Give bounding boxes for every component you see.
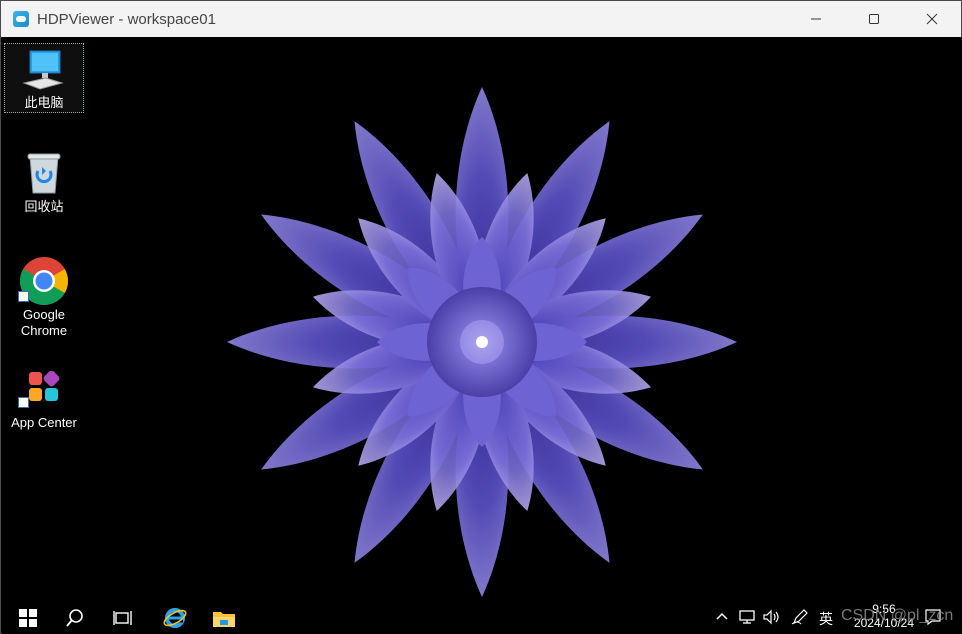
- start-icon: [19, 608, 37, 627]
- app-center-icon: [29, 371, 60, 401]
- title-bar[interactable]: HDPViewer - workspace01: [1, 1, 961, 37]
- hdpviewer-app-icon: [13, 11, 29, 27]
- shortcut-arrow-icon: [18, 397, 29, 408]
- network-icon: [739, 610, 755, 624]
- input-method-indicator[interactable]: 英: [819, 609, 833, 629]
- desktop-icon-label: Google Chrome: [20, 307, 68, 338]
- internet-explorer-button[interactable]: [158, 601, 192, 634]
- window-title: HDPViewer - workspace01: [37, 10, 216, 28]
- show-hidden-icons-button[interactable]: [715, 609, 729, 626]
- start-button[interactable]: [12, 601, 44, 634]
- maximize-button[interactable]: [845, 1, 903, 37]
- pen-icon: [791, 609, 808, 625]
- desktop-icon-this-pc[interactable]: 此电脑: [4, 43, 84, 113]
- desktop-icon-label: 此电脑: [24, 95, 64, 110]
- pen-workspace-button[interactable]: [791, 609, 809, 628]
- task-view-button[interactable]: [107, 601, 139, 634]
- window-controls: [787, 1, 961, 37]
- shortcut-arrow-icon: [18, 291, 29, 302]
- file-explorer-icon: [213, 611, 235, 627]
- hdpviewer-window: HDPViewer - workspace01 此电脑 回收站 Google C…: [0, 0, 962, 634]
- close-icon: [926, 13, 938, 25]
- file-explorer-button[interactable]: [207, 601, 241, 634]
- watermark-text: CSDN @pl_zcn: [841, 607, 954, 624]
- remote-desktop[interactable]: 此电脑 回收站 Google Chrome App Center: [2, 37, 962, 601]
- desktop-icon-label: App Center: [11, 415, 77, 430]
- taskbar: 英 9:56 2024/10/24: [2, 601, 962, 634]
- desktop-icon-app-center[interactable]: App Center: [4, 369, 84, 431]
- network-button[interactable]: [739, 609, 757, 628]
- computer-icon: [22, 50, 64, 90]
- volume-button[interactable]: [763, 609, 781, 628]
- recycle-bin-icon: [27, 153, 61, 194]
- desktop-icon-label: 回收站: [24, 199, 64, 214]
- volume-icon: [763, 609, 779, 625]
- minimize-button[interactable]: [787, 1, 845, 37]
- search-icon: [66, 608, 83, 627]
- task-view-icon: [113, 610, 132, 625]
- internet-explorer-icon: [163, 607, 187, 628]
- close-button[interactable]: [903, 1, 961, 37]
- desktop-icon-recycle-bin[interactable]: 回收站: [4, 149, 84, 215]
- flower-wallpaper-image: [227, 87, 737, 597]
- chevron-up-icon: [716, 612, 728, 620]
- search-button[interactable]: [59, 601, 91, 634]
- desktop-icon-google-chrome[interactable]: Google Chrome: [4, 255, 84, 339]
- maximize-icon: [869, 14, 879, 24]
- minimize-icon: [811, 18, 821, 20]
